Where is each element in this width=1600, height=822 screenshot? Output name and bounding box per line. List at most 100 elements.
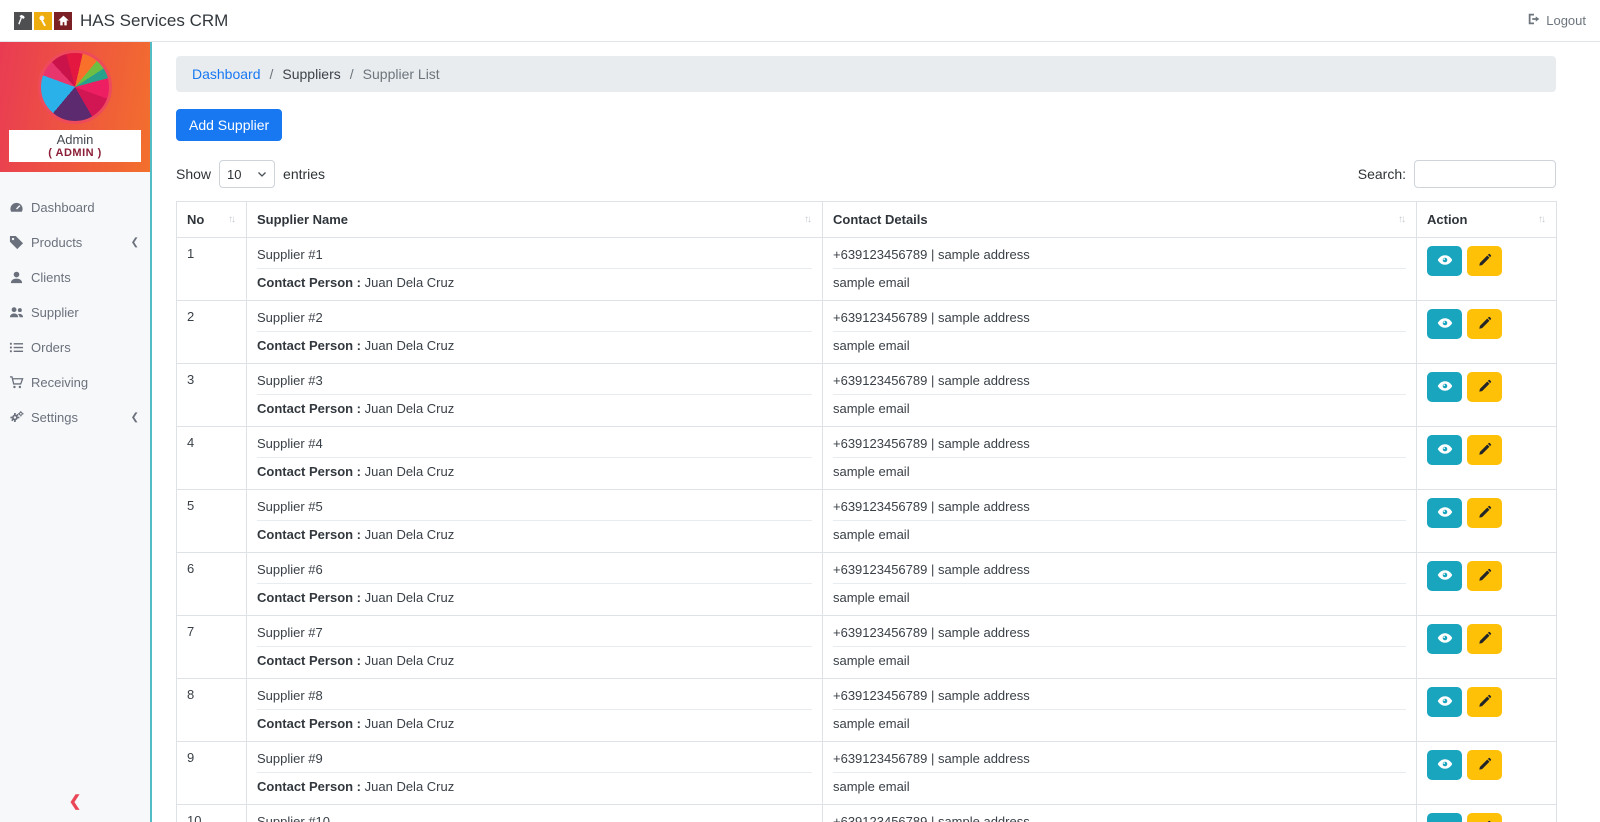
contact-details-cell: +639123456789 | sample address sample em… (822, 237, 1417, 301)
pencil-icon (1478, 316, 1492, 333)
tag-icon (9, 235, 24, 250)
sidebar-collapse-button[interactable]: ❮ (0, 792, 150, 810)
phone-address: +639123456789 | sample address (833, 435, 1406, 458)
contact-person-value: Juan Dela Cruz (364, 275, 455, 290)
view-button[interactable] (1427, 813, 1462, 822)
email: sample email (833, 653, 910, 668)
view-button[interactable] (1427, 624, 1462, 654)
sidebar-item-settings[interactable]: Settings ❮ (0, 400, 150, 435)
sidebar-item-products[interactable]: Products ❮ (0, 225, 150, 260)
sort-icon[interactable]: ↑↓ (1538, 214, 1546, 225)
table-row: 9 Supplier #9 Contact Person : Juan Dela… (176, 741, 1557, 805)
action-cell (1416, 741, 1557, 805)
edit-button[interactable] (1467, 246, 1502, 276)
chevron-left-icon: ❮ (130, 237, 139, 248)
view-button[interactable] (1427, 246, 1462, 276)
breadcrumb-suppliers: Suppliers (282, 66, 341, 82)
edit-button[interactable] (1467, 309, 1502, 339)
sidebar-item-label: Orders (31, 340, 71, 355)
sidebar-item-clients[interactable]: Clients (0, 260, 150, 295)
sidebar-item-supplier[interactable]: Supplier (0, 295, 150, 330)
contact-person-label: Contact Person : (257, 716, 362, 731)
contact-person-label: Contact Person : (257, 779, 362, 794)
row-number: 9 (176, 741, 247, 805)
view-button[interactable] (1427, 561, 1462, 591)
pencil-icon (1478, 568, 1492, 585)
phone-address: +639123456789 | sample address (833, 750, 1406, 773)
tachometer-icon (9, 200, 24, 215)
contact-person-value: Juan Dela Cruz (364, 527, 455, 542)
edit-button[interactable] (1467, 750, 1502, 780)
supplier-name-cell: Supplier #2 Contact Person : Juan Dela C… (246, 300, 823, 364)
table-body: 1 Supplier #1 Contact Person : Juan Dela… (176, 237, 1557, 822)
phone-address: +639123456789 | sample address (833, 372, 1406, 395)
view-button[interactable] (1427, 372, 1462, 402)
table-header-row: No ↑↓ Supplier Name ↑↓ Contact Details ↑↓ A… (176, 201, 1557, 238)
sidebar-item-label: Dashboard (31, 200, 95, 215)
row-number: 6 (176, 552, 247, 616)
contact-details-cell: +639123456789 | sample address sample em… (822, 489, 1417, 553)
table-controls: Show 10 entries Search: (176, 160, 1556, 188)
edit-button[interactable] (1467, 687, 1502, 717)
pencil-icon (1478, 442, 1492, 459)
add-supplier-button[interactable]: Add Supplier (176, 109, 283, 141)
row-number: 7 (176, 615, 247, 679)
supplier-name-cell: Supplier #3 Contact Person : Juan Dela C… (246, 363, 823, 427)
sidebar-item-label: Products (31, 235, 83, 250)
edit-button[interactable] (1467, 624, 1502, 654)
edit-button[interactable] (1467, 435, 1502, 465)
show-label: Show (176, 166, 212, 182)
contact-person-line: Contact Person : Juan Dela Cruz (257, 395, 812, 416)
profile-name: Admin (56, 132, 94, 147)
sidebar-item-label: Supplier (31, 305, 79, 320)
view-button[interactable] (1427, 435, 1462, 465)
contact-person-value: Juan Dela Cruz (364, 401, 455, 416)
sort-icon[interactable]: ↑↓ (1398, 214, 1406, 225)
view-button[interactable] (1427, 750, 1462, 780)
sort-icon[interactable]: ↑↓ (804, 214, 812, 225)
view-button[interactable] (1427, 687, 1462, 717)
email: sample email (833, 464, 910, 479)
contact-person-value: Juan Dela Cruz (364, 716, 455, 731)
contact-details-cell: +639123456789 | sample address sample em… (822, 363, 1417, 427)
sidebar-item-receiving[interactable]: Receiving (0, 365, 150, 400)
sidebar-item-dashboard[interactable]: Dashboard (0, 190, 150, 225)
breadcrumb-dashboard[interactable]: Dashboard (192, 66, 261, 82)
sidebar-menu: Dashboard Products ❮ Clients Supplier Or… (0, 172, 150, 435)
phone-address: +639123456789 | sample address (833, 309, 1406, 332)
supplier-name-cell: Supplier #7 Contact Person : Juan Dela C… (246, 615, 823, 679)
edit-button[interactable] (1467, 561, 1502, 591)
contact-person-line: Contact Person : Juan Dela Cruz (257, 584, 812, 605)
edit-button[interactable] (1467, 498, 1502, 528)
search-input[interactable] (1414, 160, 1556, 188)
sidebar-item-orders[interactable]: Orders (0, 330, 150, 365)
logout-button[interactable]: Logout (1527, 12, 1586, 29)
chevron-left-icon: ❮ (130, 412, 139, 423)
contact-person-value: Juan Dela Cruz (364, 338, 455, 353)
header-no[interactable]: No ↑↓ (176, 201, 247, 238)
phone-address: +639123456789 | sample address (833, 624, 1406, 647)
row-number: 4 (176, 426, 247, 490)
view-button[interactable] (1427, 498, 1462, 528)
header-supplier-name[interactable]: Supplier Name ↑↓ (246, 201, 823, 238)
action-cell (1416, 804, 1557, 822)
view-button[interactable] (1427, 309, 1462, 339)
email: sample email (833, 275, 910, 290)
eye-icon (1437, 315, 1453, 334)
pencil-icon (1478, 631, 1492, 648)
contact-person-value: Juan Dela Cruz (364, 779, 455, 794)
user-icon (9, 270, 24, 285)
row-number: 10 (176, 804, 247, 822)
profile-role: ( ADMIN ) (48, 147, 102, 159)
contact-details-cell: +639123456789 | sample address sample em… (822, 804, 1417, 822)
edit-button[interactable] (1467, 372, 1502, 402)
header-contact-details[interactable]: Contact Details ↑↓ (822, 201, 1417, 238)
email: sample email (833, 590, 910, 605)
app-title: HAS Services CRM (80, 10, 229, 30)
sort-icon[interactable]: ↑↓ (228, 214, 236, 225)
entries-select[interactable]: 10 (219, 160, 276, 188)
header-action[interactable]: Action ↑↓ (1416, 201, 1557, 238)
edit-button[interactable] (1467, 813, 1502, 822)
eye-icon (1437, 693, 1453, 712)
pencil-icon (1478, 379, 1492, 396)
